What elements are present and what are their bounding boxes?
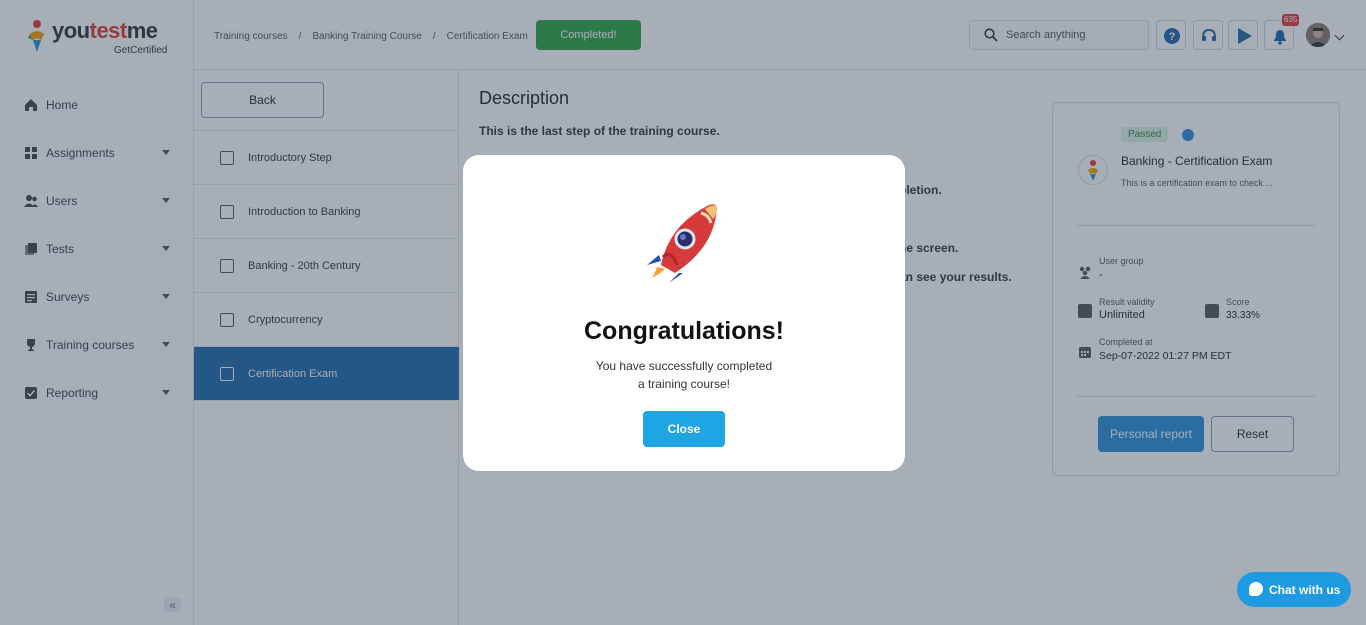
- close-button[interactable]: Close: [643, 411, 725, 447]
- chat-bubble-icon: [1249, 582, 1263, 596]
- chat-label: Chat with us: [1269, 583, 1341, 597]
- chat-with-us-button[interactable]: Chat with us: [1237, 572, 1351, 607]
- dialog-message-line: You have successfully completed: [595, 359, 773, 373]
- dialog-message-line: a training course!: [637, 377, 731, 391]
- dialog-title: Congratulations!: [584, 317, 784, 345]
- rocket-icon: [647, 204, 717, 283]
- dialog-message: You have successfully completed a traini…: [584, 357, 784, 393]
- congratulations-dialog: Congratulations! You have successfully c…: [463, 155, 905, 471]
